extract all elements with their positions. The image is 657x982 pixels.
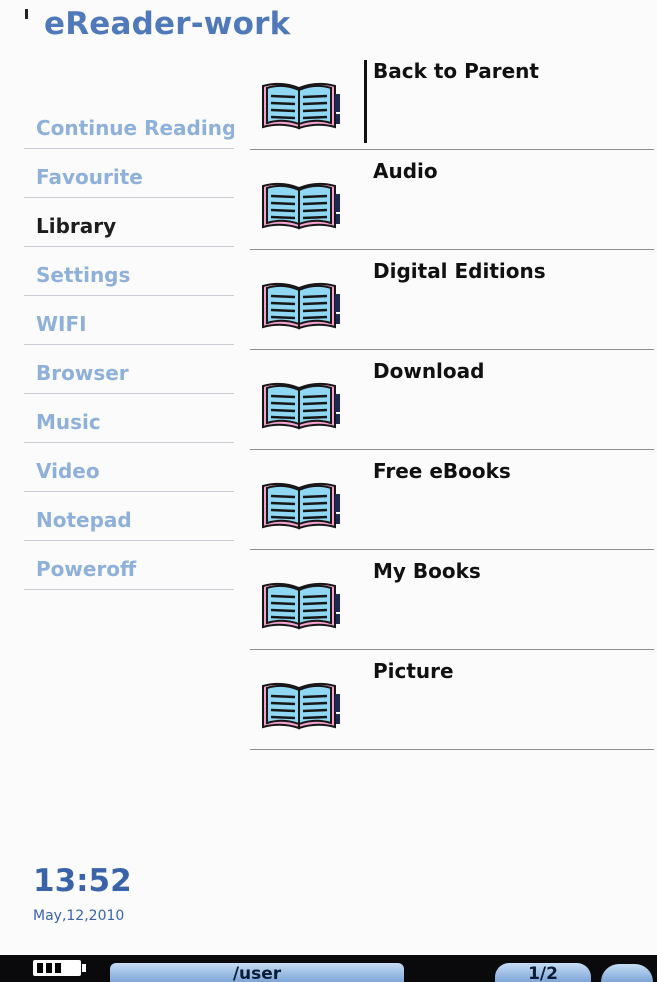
battery-icon — [33, 960, 86, 976]
file-list: Back to Parent Audio Digital Editions Do… — [250, 50, 654, 750]
status-bar: /user 1/2 — [0, 955, 657, 982]
file-item-label: Digital Editions — [373, 259, 546, 283]
file-item-digital-editions[interactable]: Digital Editions — [250, 250, 654, 350]
book-icon — [262, 382, 340, 430]
file-item-label: Audio — [373, 159, 438, 183]
file-item-download[interactable]: Download — [250, 350, 654, 450]
sidebar-item-label: Notepad — [36, 508, 132, 532]
sidebar-item-label: Favourite — [36, 165, 143, 189]
book-icon — [262, 282, 340, 330]
selection-cursor — [364, 60, 367, 143]
sidebar-item-label: Browser — [36, 361, 129, 385]
sidebar-item-favourite[interactable]: Favourite — [24, 149, 234, 198]
sidebar-item-label: Settings — [36, 263, 131, 287]
book-icon — [262, 482, 340, 530]
corner-mark — [25, 9, 28, 19]
clock-time: 13:52 — [33, 863, 132, 899]
book-icon — [262, 582, 340, 630]
clock-date: May,12,2010 — [33, 908, 125, 924]
book-icon — [262, 682, 340, 730]
file-item-audio[interactable]: Audio — [250, 150, 654, 250]
sidebar-item-notepad[interactable]: Notepad — [24, 492, 234, 541]
sidebar-item-label: Poweroff — [36, 557, 137, 581]
sidebar-item-label: Library — [36, 214, 117, 238]
sidebar-item-settings[interactable]: Settings — [24, 247, 234, 296]
sidebar-item-label: Music — [36, 410, 101, 434]
next-page-button[interactable] — [601, 964, 653, 982]
path-bar: /user — [110, 963, 404, 982]
sidebar-item-poweroff[interactable]: Poweroff — [24, 541, 234, 590]
book-icon — [262, 182, 340, 230]
sidebar-item-label: Video — [36, 459, 100, 483]
file-item-label: Back to Parent — [373, 59, 539, 83]
sidebar-item-label: Continue Reading — [36, 116, 234, 140]
file-item-label: Free eBooks — [373, 459, 511, 483]
battery-tip — [82, 964, 86, 972]
file-item-picture[interactable]: Picture — [250, 650, 654, 750]
sidebar-item-continue-reading[interactable]: Continue Reading — [24, 100, 234, 149]
sidebar-item-wifi[interactable]: WIFI — [24, 296, 234, 345]
file-item-my-books[interactable]: My Books — [250, 550, 654, 650]
page-indicator[interactable]: 1/2 — [495, 963, 591, 982]
sidebar-item-music[interactable]: Music — [24, 394, 234, 443]
sidebar-item-browser[interactable]: Browser — [24, 345, 234, 394]
file-item-back-to-parent[interactable]: Back to Parent — [250, 50, 654, 150]
file-item-label: Picture — [373, 659, 454, 683]
sidebar-item-library[interactable]: Library — [24, 198, 234, 247]
app-title: eReader-work — [44, 6, 291, 42]
sidebar-menu: Continue Reading Favourite Library Setti… — [24, 100, 234, 590]
sidebar-item-label: WIFI — [36, 312, 87, 336]
battery-cell — [46, 963, 52, 973]
file-item-free-ebooks[interactable]: Free eBooks — [250, 450, 654, 550]
battery-cell — [55, 963, 61, 973]
file-item-label: Download — [373, 359, 485, 383]
book-icon — [262, 82, 340, 130]
sidebar-item-video[interactable]: Video — [24, 443, 234, 492]
battery-cell — [37, 963, 43, 973]
file-item-label: My Books — [373, 559, 481, 583]
